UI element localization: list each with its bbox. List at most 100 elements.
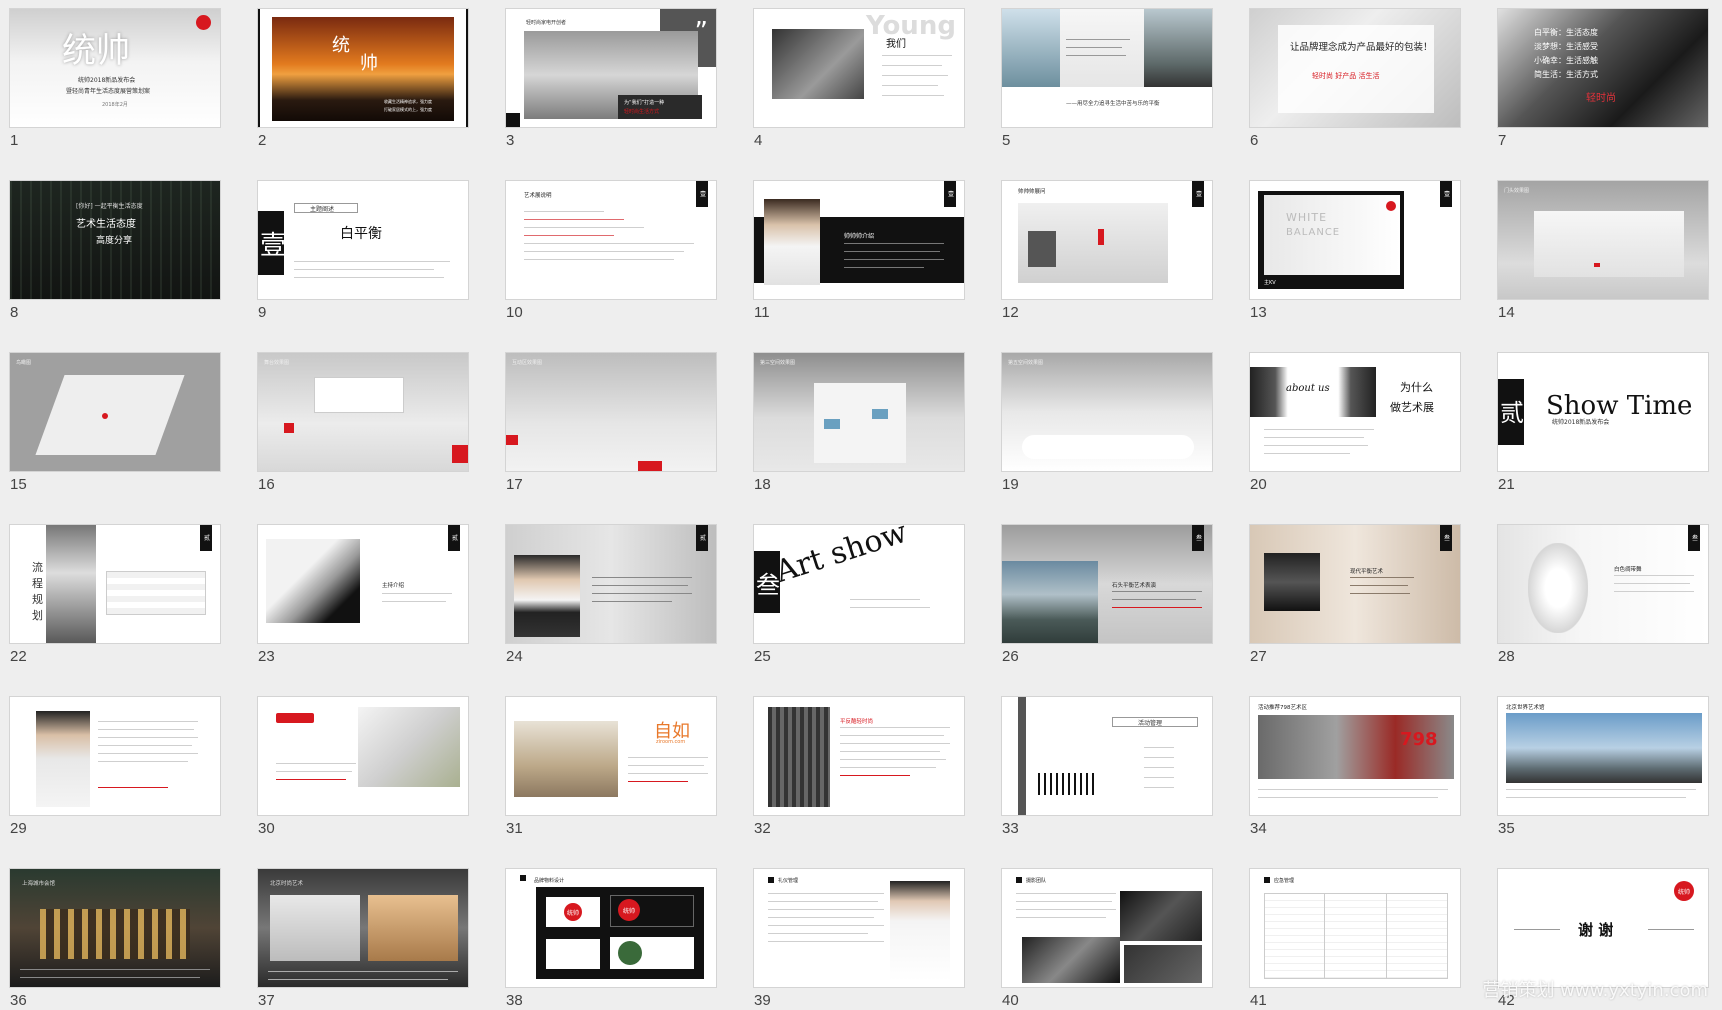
slide-text: 淡梦想：生活感受 — [1534, 42, 1598, 51]
slide-cell[interactable]: 肆 29 — [9, 696, 221, 868]
text-lines — [844, 243, 944, 244]
slide-cell[interactable]: [你好] 一起平衡生活态度 艺术生活态度 高度分享 8 — [9, 180, 221, 352]
slide-thumbnail[interactable]: 门头效果图 — [1497, 180, 1709, 300]
slide-cell[interactable]: 主持介绍 贰 23 — [257, 524, 469, 696]
slide-thumbnail[interactable]: 流 程 规 划 贰 — [9, 524, 221, 644]
text-lines — [882, 85, 938, 86]
slide-thumbnail[interactable]: 上海城市会馆 — [9, 868, 221, 988]
text-lines — [1614, 583, 1690, 584]
slide-cell[interactable]: 统 帅 收藏生活精神追求，强力度 打破家居模式的上，强力度 2 — [257, 8, 469, 180]
slide-cell[interactable]: 叁 Art show 25 — [753, 524, 965, 696]
slide-thumbnail[interactable]: 肆 — [257, 696, 469, 816]
slide-photo — [368, 895, 458, 961]
slide-cell[interactable]: 白平衡：生活态度 淡梦想：生活感受 小确幸：生活感触 简生活：生活方式 轻时尚 … — [1497, 8, 1709, 180]
slide-cell[interactable]: Young 我们 4 — [753, 8, 965, 180]
slide-thumbnail[interactable]: 舞台效果图 — [257, 352, 469, 472]
slide-cell[interactable]: 北京时尚艺术 37 — [257, 868, 469, 1010]
slide-thumbnail[interactable]: about us 为什么 做艺术展 — [1249, 352, 1461, 472]
slide-cell[interactable]: 帅帅帅展问 壹 12 — [1001, 180, 1213, 352]
slide-thumbnail[interactable]: 让品牌理念成为产品最好的包装！ 轻时尚 好产品 活生活 — [1249, 8, 1461, 128]
slide-cell[interactable]: 流 程 规 划 贰 22 — [9, 524, 221, 696]
slide-thumbnail[interactable]: 统帅 谢 谢 — [1497, 868, 1709, 988]
slide-cell[interactable]: 第五空间效果图 19 — [1001, 352, 1213, 524]
slide-thumbnail[interactable]: 第五空间效果图 — [1001, 352, 1213, 472]
slide-number: 22 — [10, 648, 27, 665]
slide-cell[interactable]: 自如 ziroom.com 31 — [505, 696, 717, 868]
slide-cell[interactable]: 互动区效果图 17 — [505, 352, 717, 524]
slide-thumbnail[interactable]: 品牌物料设计 统帅 统帅 — [505, 868, 717, 988]
slide-cell[interactable]: ——用尽全力追寻生活中苦与乐的平衡 5 — [1001, 8, 1213, 180]
slide-photo — [46, 525, 96, 643]
slide-cell[interactable]: 舞台效果图 16 — [257, 352, 469, 524]
slide-cell[interactable]: WHITE BALANCE 主KV 壹 13 — [1249, 180, 1461, 352]
slide-side-bar — [1018, 697, 1026, 815]
slide-thumbnail[interactable]: [你好] 一起平衡生活态度 艺术生活态度 高度分享 — [9, 180, 221, 300]
slide-cell[interactable]: 礼仪管理 39 — [753, 868, 965, 1010]
slide-cell[interactable]: 白色绸带舞 叁 28 — [1497, 524, 1709, 696]
slide-thumbnail[interactable]: 叁 Art show — [753, 524, 965, 644]
slide-thumbnail[interactable]: 活动管理 — [1001, 696, 1213, 816]
slide-cell[interactable]: 轻时尚家电开创者 ” 为“我们”打造一种 轻时尚生活方式 3 — [505, 8, 717, 180]
text-lines — [1066, 55, 1126, 56]
slide-thumbnail[interactable]: Young 我们 — [753, 8, 965, 128]
slide-thumbnail[interactable]: 北京世界艺术馆 — [1497, 696, 1709, 816]
text-lines — [98, 761, 188, 762]
slide-cell[interactable]: 上海城市会馆 36 — [9, 868, 221, 1010]
slide-thumbnail[interactable]: 石头平衡艺术表演 叁 — [1001, 524, 1213, 644]
slide-cell[interactable]: 现代平衡艺术 叁 27 — [1249, 524, 1461, 696]
slide-cell[interactable]: 门头效果图 14 — [1497, 180, 1709, 352]
slide-cell[interactable]: 贰 Show Time 统帅2018新品发布会 21 — [1497, 352, 1709, 524]
slide-thumbnail[interactable]: 鸟瞰图 — [9, 352, 221, 472]
slide-thumbnail[interactable]: 自如 ziroom.com — [505, 696, 717, 816]
slide-cell[interactable]: about us 为什么 做艺术展 20 — [1249, 352, 1461, 524]
brand-logo-icon — [1386, 201, 1396, 211]
slide-thumbnail[interactable]: 肆 — [9, 696, 221, 816]
slide-cell[interactable]: 艺术展说明 壹 10 — [505, 180, 717, 352]
slide-thumbnail[interactable]: 第三空间效果图 — [753, 352, 965, 472]
slide-heading: 主持介绍 — [382, 583, 405, 589]
slide-thumbnail[interactable]: 统帅 统帅2018新品发布会 暨轻尚青年生活态度展营策划案 2018年2月 — [9, 8, 221, 128]
slide-cell[interactable]: 平反酷轻时尚 32 — [753, 696, 965, 868]
slide-cell[interactable]: 统帅 统帅2018新品发布会 暨轻尚青年生活态度展营策划案 2018年2月 1 — [9, 8, 221, 180]
slide-thumbnail[interactable]: 贰 Show Time 统帅2018新品发布会 — [1497, 352, 1709, 472]
slide-thumbnail[interactable]: 摄影团队 — [1001, 868, 1213, 988]
slide-thumbnail[interactable]: 艺术展说明 壹 — [505, 180, 717, 300]
slide-cell[interactable]: 摄影团队 40 — [1001, 868, 1213, 1010]
slide-cell[interactable]: 帅帅帅介绍 壹 11 — [753, 180, 965, 352]
slide-thumbnail[interactable]: 应急管理 — [1249, 868, 1461, 988]
slide-cell[interactable]: 让品牌理念成为产品最好的包装！ 轻时尚 好产品 活生活 6 — [1249, 8, 1461, 180]
slide-thumbnail[interactable]: WHITE BALANCE 主KV 壹 — [1249, 180, 1461, 300]
slide-cell[interactable]: 活动推荐798艺术区 798 34 — [1249, 696, 1461, 868]
slide-cell[interactable]: 肆 30 — [257, 696, 469, 868]
slide-thumbnail[interactable]: 白色绸带舞 叁 — [1497, 524, 1709, 644]
slide-thumbnail[interactable]: 帅帅帅展问 壹 — [1001, 180, 1213, 300]
slide-thumbnail[interactable]: 北京时尚艺术 — [257, 868, 469, 988]
slide-cell[interactable]: 石头平衡艺术表演 叁 26 — [1001, 524, 1213, 696]
slide-thumbnail[interactable]: 活动推荐798艺术区 798 — [1249, 696, 1461, 816]
slide-cell[interactable]: 壹 主题阐述 白平衡 9 — [257, 180, 469, 352]
slide-thumbnail[interactable]: 礼仪管理 — [753, 868, 965, 988]
slide-cell[interactable]: 鸟瞰图 15 — [9, 352, 221, 524]
slide-cell[interactable]: 第三空间效果图 18 — [753, 352, 965, 524]
slide-thumbnail[interactable]: 白平衡：生活态度 淡梦想：生活感受 小确幸：生活感触 简生活：生活方式 轻时尚 — [1497, 8, 1709, 128]
slide-thumbnail[interactable]: ——用尽全力追寻生活中苦与乐的平衡 — [1001, 8, 1213, 128]
slide-thumbnail[interactable]: 轻时尚家电开创者 ” 为“我们”打造一种 轻时尚生活方式 — [505, 8, 717, 128]
slide-thumbnail[interactable]: 帅帅帅介绍 壹 — [753, 180, 965, 300]
slide-cell[interactable]: 活动管理 33 — [1001, 696, 1213, 868]
slide-thumbnail[interactable]: 统 帅 收藏生活精神追求，强力度 打破家居模式的上，强力度 — [257, 8, 469, 128]
slide-thumbnail[interactable]: 贰 — [505, 524, 717, 644]
slide-title: 谢 谢 — [1578, 921, 1614, 939]
slide-thumbnail[interactable]: 现代平衡艺术 叁 — [1249, 524, 1461, 644]
slide-cell[interactable]: 贰 24 — [505, 524, 717, 696]
slide-cell[interactable]: 品牌物料设计 统帅 统帅 38 — [505, 868, 717, 1010]
slide-cell[interactable]: 应急管理 41 — [1249, 868, 1461, 1010]
slide-card — [546, 939, 600, 969]
slide-thumbnail[interactable]: 壹 主题阐述 白平衡 — [257, 180, 469, 300]
slide-thumbnail[interactable]: 互动区效果图 — [505, 352, 717, 472]
text-lines — [844, 251, 940, 252]
text-lines — [1350, 585, 1408, 586]
slide-thumbnail[interactable]: 平反酷轻时尚 — [753, 696, 965, 816]
text-lines — [1258, 789, 1448, 790]
slide-thumbnail[interactable]: 主持介绍 贰 — [257, 524, 469, 644]
slide-cell[interactable]: 北京世界艺术馆 35 — [1497, 696, 1709, 868]
